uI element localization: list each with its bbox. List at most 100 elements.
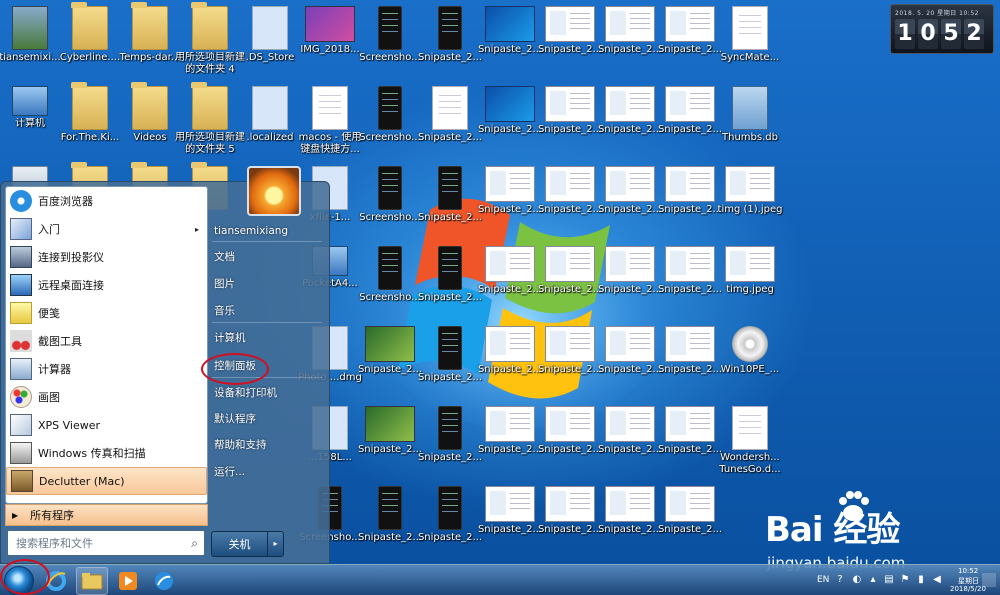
start-menu-item[interactable]: 计算器 [6, 355, 207, 383]
desktop-icon[interactable]: Win10PE_... [720, 322, 780, 398]
start-menu-item[interactable]: 入门 ▸ [6, 215, 207, 243]
desktop-icon[interactable]: Snipaste_2... [478, 242, 542, 318]
start-menu-item[interactable]: 截图工具 [6, 327, 207, 355]
start-search-box[interactable]: 搜索程序和文件 ⌕ [7, 530, 205, 556]
tray-expand-icon[interactable]: ▴ [866, 573, 880, 587]
action-center-icon[interactable]: ⚑ [898, 573, 912, 587]
desktop-icon[interactable]: Snipaste_2... [538, 322, 602, 398]
desktop-icon[interactable]: Screensho... [359, 242, 421, 318]
desktop-icon[interactable]: Snipaste_2... [538, 402, 602, 478]
start-menu-item[interactable]: Windows 传真和扫描 [6, 439, 207, 467]
power-icon[interactable]: ▮ [914, 573, 928, 587]
desktop-icon[interactable]: Screensho... [359, 2, 421, 78]
desktop-icon[interactable]: Snipaste_2... [478, 82, 542, 158]
desktop-icon[interactable]: Snipaste_2... [478, 402, 542, 478]
desktop-icon[interactable]: Snipaste_2... [478, 322, 542, 398]
desktop-icon[interactable]: Snipaste_2... [598, 162, 662, 238]
taskbar-explorer-button[interactable] [76, 567, 108, 595]
taskbar-media-player-button[interactable] [112, 567, 144, 595]
desktop-icon[interactable]: Snipaste_2... [418, 242, 482, 318]
desktop-icon[interactable]: Snipaste_2... [358, 322, 422, 398]
start-menu-item[interactable]: Declutter (Mac) [6, 467, 207, 495]
desktop-icon[interactable]: Snipaste_2... [418, 82, 482, 158]
desktop-icon[interactable]: Snipaste_2... [658, 402, 722, 478]
desktop-icon[interactable]: Snipaste_2... [478, 482, 542, 558]
all-programs-button[interactable]: ▶ 所有程序 [5, 504, 208, 526]
desktop-icon[interactable]: Snipaste_2... [418, 2, 482, 78]
desktop-icon[interactable]: 计算机 [0, 82, 60, 158]
taskbar-baidu-browser-button[interactable] [148, 567, 180, 595]
desktop-icon[interactable]: Snipaste_2... [598, 402, 662, 478]
start-menu-right-link[interactable]: tiansemixiang [212, 220, 322, 242]
desktop-icon[interactable]: Snipaste_2... [358, 402, 422, 478]
desktop-icon[interactable]: Snipaste_2... [418, 322, 482, 398]
start-menu-item[interactable]: 连接到投影仪 [6, 243, 207, 271]
help-icon[interactable]: ? [833, 573, 847, 587]
tray-time[interactable]: 10:52 [958, 567, 978, 575]
desktop-icon[interactable]: Snipaste_2... [418, 402, 482, 478]
start-menu-item[interactable]: 画图 [6, 383, 207, 411]
start-menu-right-link[interactable]: 音乐 [212, 300, 322, 322]
desktop-icon[interactable]: Snipaste_2... [598, 482, 662, 558]
desktop-icon[interactable]: Snipaste_2... [598, 82, 662, 158]
tray-date[interactable]: 2018/5/20 [950, 585, 986, 593]
show-desktop-button[interactable] [982, 573, 996, 587]
desktop-icon[interactable]: Snipaste_2... [658, 2, 722, 78]
start-menu-item[interactable]: XPS Viewer [6, 411, 207, 439]
desktop-icon[interactable]: timg.jpeg [720, 242, 780, 318]
desktop-icon[interactable]: 用所选项目新建的文件夹 4 [175, 2, 245, 78]
start-menu-right-link[interactable]: 设备和打印机 [212, 382, 322, 404]
desktop-icon[interactable]: Snipaste_2... [538, 242, 602, 318]
shutdown-arrow-icon[interactable]: ▸ [267, 532, 283, 556]
desktop-icon[interactable]: Cyberline.... [60, 2, 120, 78]
desktop-icon[interactable]: For.The.Ki... [60, 82, 120, 158]
desktop-icon[interactable]: Videos [120, 82, 180, 158]
desktop-icon[interactable]: Snipaste_2... [538, 82, 602, 158]
desktop-icon[interactable]: IMG_2018... [300, 2, 360, 78]
desktop-icon[interactable]: .localized [240, 82, 300, 158]
start-menu-right-link[interactable]: 默认程序 [212, 408, 322, 430]
desktop-icon[interactable]: tiansemixi... [0, 2, 61, 78]
start-menu-right-link[interactable]: 运行... [212, 461, 322, 483]
volume-icon[interactable]: ◀ [930, 573, 944, 587]
desktop-icon[interactable]: Snipaste_2... [538, 2, 602, 78]
desktop-icon[interactable]: Snipaste_2... [538, 482, 602, 558]
start-menu-item[interactable]: 便笺 [6, 299, 207, 327]
desktop-icon[interactable]: Temps-dar... [120, 2, 180, 78]
shot-icon [545, 406, 595, 442]
desktop-icon[interactable]: .DS_Store [240, 2, 300, 78]
desktop-icon[interactable]: Snipaste_2... [658, 162, 722, 238]
desktop-icon[interactable]: Snipaste_2... [478, 162, 542, 238]
start-menu-right-link[interactable]: 计算机 [212, 327, 322, 349]
shutdown-button[interactable]: 关机 ▸ [211, 531, 284, 557]
start-menu-right-link[interactable]: 文档 [212, 246, 322, 268]
desktop-icon[interactable]: Snipaste_2... [658, 322, 722, 398]
desktop-icon[interactable]: Screensho... [359, 82, 421, 158]
desktop-icon[interactable]: timg (1).jpeg [718, 162, 782, 238]
desktop-icon[interactable]: Snipaste_2... [598, 322, 662, 398]
start-menu-item[interactable]: 百度浏览器 [6, 187, 207, 215]
desktop-icon[interactable]: Snipaste_2... [598, 2, 662, 78]
desktop-icon[interactable]: Screensho... [359, 162, 421, 238]
desktop-icon[interactable]: Snipaste_2... [598, 242, 662, 318]
desktop-icon[interactable]: Snipaste_2... [538, 162, 602, 238]
desktop-icon[interactable]: macos - 使用键盘快捷方... [299, 82, 361, 158]
desktop-icon[interactable]: Snipaste_2... [418, 482, 482, 558]
input-method-icon[interactable]: ◐ [850, 573, 864, 587]
desktop-icon[interactable]: Snipaste_2... [658, 82, 722, 158]
start-menu-right-link[interactable]: 帮助和支持 [212, 434, 322, 456]
desktop-icon[interactable]: Snipaste_2... [658, 482, 722, 558]
desktop-icon[interactable]: Wondersh... TunesGo.d... [719, 402, 781, 478]
desktop-icon[interactable]: Snipaste_2... [658, 242, 722, 318]
desktop-icon[interactable]: 用所选项目新建的文件夹 5 [175, 82, 245, 158]
start-menu-right-link[interactable]: 图片 [212, 273, 322, 295]
desktop-icon[interactable]: Thumbs.db [720, 82, 780, 158]
desktop-icon[interactable]: Snipaste_2... [358, 482, 422, 558]
network-icon[interactable]: ▤ [882, 573, 896, 587]
language-indicator[interactable]: EN [817, 575, 829, 585]
desktop-icon[interactable]: SyncMate... [720, 2, 780, 78]
user-avatar[interactable] [247, 166, 301, 216]
desktop-icon[interactable]: Snipaste_2... [418, 162, 482, 238]
start-menu-item[interactable]: 远程桌面连接 [6, 271, 207, 299]
desktop-icon[interactable]: Snipaste_2... [478, 2, 542, 78]
